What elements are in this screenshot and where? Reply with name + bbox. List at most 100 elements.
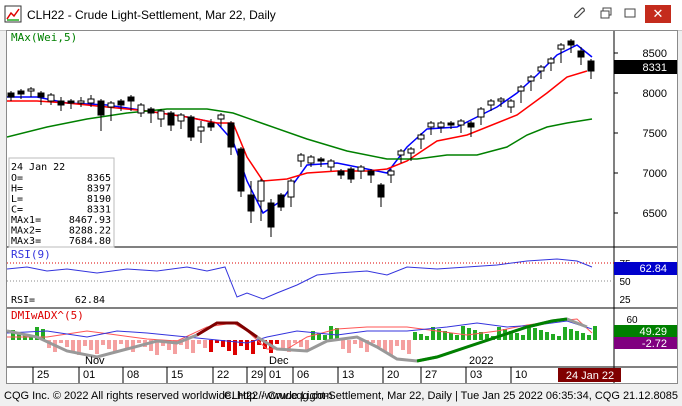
- candle-body: [387, 170, 395, 176]
- candle-body: [77, 100, 85, 104]
- dmi-bar-positive: [533, 328, 537, 340]
- candle-body: [177, 114, 185, 122]
- candle-body: [327, 160, 335, 168]
- databox-label: O=: [11, 173, 23, 184]
- candle-body: [67, 100, 75, 104]
- candle-body: [157, 110, 165, 120]
- dmi-axis: 60: [626, 315, 638, 326]
- candle-body: [577, 50, 585, 58]
- candle-body: [427, 122, 435, 128]
- time-day-label: 10: [515, 369, 527, 381]
- ma-study-label: MAx(Wei,5): [11, 31, 77, 44]
- current-date: 24 Jan 22: [566, 370, 614, 382]
- databox-value: 7684.80: [69, 236, 111, 247]
- dmi-bar-positive: [575, 331, 579, 340]
- candle-body: [397, 150, 405, 156]
- databox-value: 8365: [87, 173, 111, 184]
- databox-value: 8467.93: [69, 215, 111, 226]
- dmi-bar-negative: [65, 340, 69, 347]
- dmi-bar-positive: [551, 334, 555, 340]
- candle-body: [257, 180, 265, 202]
- window-titlebar: CLH22 - Crude Light-Settlement, Mar 22, …: [0, 0, 682, 31]
- time-day-label: 01: [269, 369, 281, 381]
- databox-label: H=: [11, 184, 23, 195]
- price-tick-label: 7000: [643, 168, 667, 180]
- attach-icon[interactable]: [571, 6, 587, 22]
- candle-body: [217, 114, 225, 120]
- dmi-bar-positive: [515, 333, 519, 340]
- databox-value: 8331: [87, 205, 111, 216]
- time-month-label: Dec: [269, 355, 289, 367]
- dmi-bar-negative: [203, 340, 207, 348]
- time-day-label: 25: [37, 369, 49, 381]
- candle-body: [267, 202, 275, 228]
- dmi-bar-positive: [557, 336, 561, 340]
- candle-body: [27, 88, 35, 92]
- time-day-label: 20: [387, 369, 399, 381]
- dmi-bar-positive: [545, 332, 549, 340]
- candle-body: [197, 126, 205, 132]
- databox-label: MAx3=: [11, 236, 41, 247]
- dmi-bar-negative: [293, 340, 297, 343]
- price-tick-label: 8500: [643, 48, 667, 60]
- dmi-bar-negative: [395, 340, 399, 346]
- dmi-bar-negative: [83, 340, 87, 346]
- candle-body: [527, 76, 535, 82]
- candle-body: [547, 58, 555, 64]
- dmi-bar-negative: [401, 340, 405, 350]
- candle-body: [277, 194, 285, 208]
- time-day-label: 03: [470, 369, 482, 381]
- restore-icon[interactable]: [598, 6, 614, 22]
- dmi-bar-negative: [125, 340, 129, 348]
- dmi-bar-positive: [521, 335, 525, 340]
- chart-area[interactable]: MAx(Wei,5) 24 Jan 22 O= 8365 H= 8397 L= 8190 C…: [6, 30, 678, 384]
- dmi-bar-negative: [107, 340, 111, 349]
- rsi-tick-label: 25: [619, 295, 631, 306]
- dmi-bar-negative: [185, 340, 189, 349]
- databox-label: MAx1=: [11, 215, 41, 226]
- candle-body: [457, 120, 465, 126]
- time-day-label: 08: [127, 369, 139, 381]
- dmi-value: 49.29: [639, 326, 667, 338]
- dmi-bar-positive: [467, 328, 471, 340]
- candle-body: [417, 134, 425, 140]
- databox-label: L=: [11, 194, 23, 205]
- rsi-tick-label: 50: [619, 277, 631, 288]
- dmi-bar-positive: [455, 335, 459, 340]
- dmi-bar-negative: [275, 340, 279, 344]
- candle-body: [357, 166, 365, 172]
- price-tick-label: 7500: [643, 128, 667, 140]
- dmi-bar-positive: [473, 330, 477, 340]
- dmi-bar-negative: [119, 340, 123, 344]
- dmi-bar-positive: [449, 333, 453, 340]
- databox-label: C=: [11, 205, 23, 216]
- maximize-icon[interactable]: [622, 6, 638, 22]
- candle-body: [337, 170, 345, 176]
- time-day-label: 15: [171, 369, 183, 381]
- candle-body: [407, 148, 415, 154]
- dmi-bar-negative: [59, 340, 63, 343]
- dmi-bar-negative: [137, 340, 141, 343]
- dmi-bar-positive: [323, 335, 327, 340]
- candle-body: [307, 156, 315, 164]
- candle-body: [207, 122, 215, 128]
- close-icon[interactable]: ✕: [645, 5, 671, 23]
- candle-body: [517, 86, 525, 92]
- dmi-bar-positive: [587, 335, 591, 340]
- candle-body: [487, 100, 495, 106]
- dmi-bar-positive: [593, 326, 597, 340]
- dmi-bar-negative: [89, 340, 93, 350]
- databox-value: 8190: [87, 194, 111, 205]
- rsi-study-label: RSI(9): [11, 248, 51, 261]
- databox-date: 24 Jan 22: [11, 162, 65, 173]
- time-day-label: 27: [425, 369, 437, 381]
- dmi-bar-negative: [95, 340, 99, 354]
- candle-body: [167, 112, 175, 126]
- candle-body: [467, 122, 475, 128]
- adx-value: -2.72: [642, 338, 667, 350]
- databox-value: 8288.22: [69, 226, 111, 237]
- candle-body: [287, 180, 295, 198]
- candle-body: [587, 60, 595, 72]
- candle-body: [237, 148, 245, 192]
- candle-body: [137, 104, 145, 114]
